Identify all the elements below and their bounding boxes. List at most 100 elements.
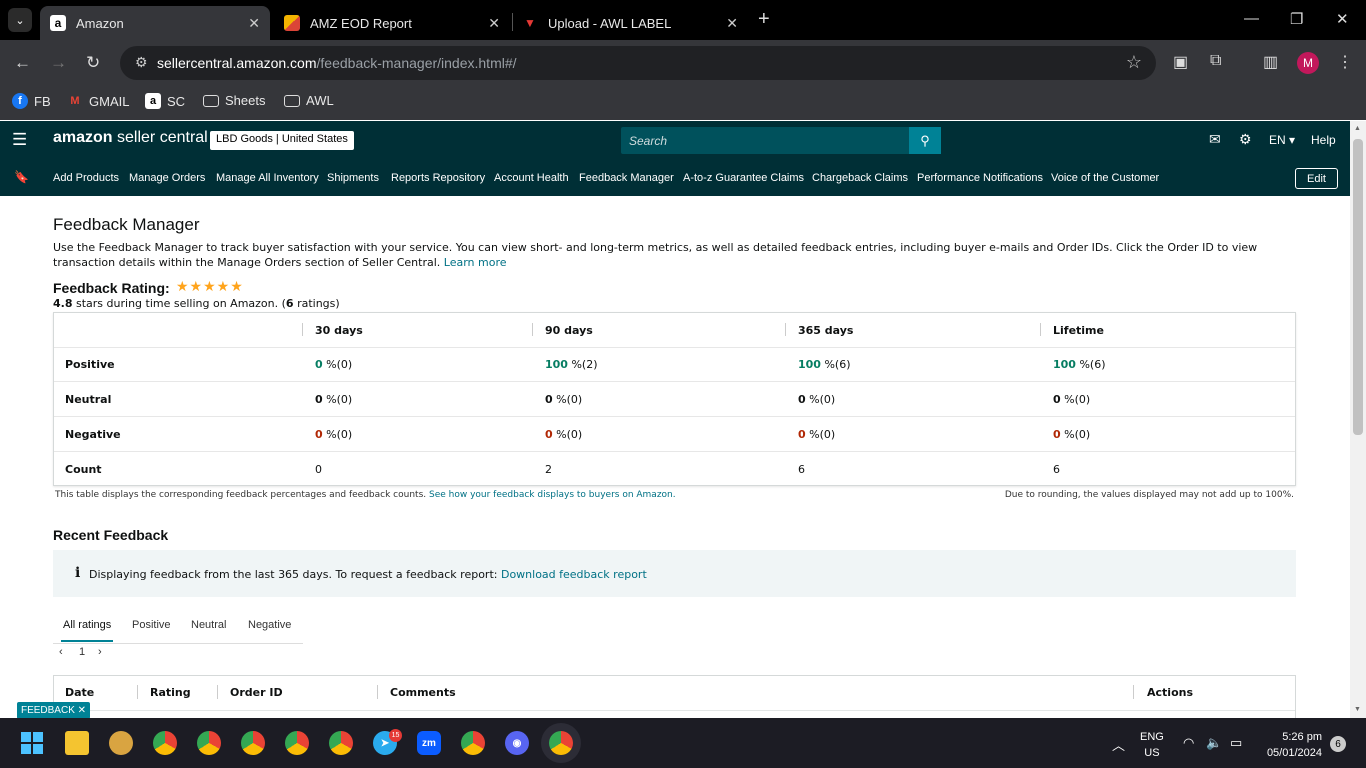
close-icon[interactable]: ✕ [726,15,738,32]
windows-start-icon[interactable] [20,731,44,755]
table-cell: 0 %(0) [1053,428,1091,441]
back-icon[interactable]: ← [14,53,31,73]
bookmark-sc[interactable]: a SC [145,93,185,109]
feedback-display-link[interactable]: See how your feedback displays to buyers… [429,490,676,500]
table-row-count: Count 0 2 6 6 [54,452,1295,487]
language-selector[interactable]: EN ▾ [1269,133,1295,147]
info-text: Displaying feedback from the last 365 da… [89,568,647,581]
address-bar[interactable]: ⚙ sellercentral.amazon.com/feedback-mana… [120,46,1156,80]
tab-positive[interactable]: Positive [132,619,171,631]
download-report-link[interactable]: Download feedback report [501,568,647,581]
search-input[interactable]: Search ⚲ [621,127,941,154]
page-scrollbar[interactable]: ▲ ▼ [1350,121,1366,718]
volume-icon[interactable]: 🔈 [1206,735,1222,751]
side-panel-icon[interactable]: ▥ [1263,52,1278,72]
restore-icon[interactable]: ❐ [1290,10,1303,28]
window-close-icon[interactable]: ✕ [1336,10,1349,28]
account-switcher[interactable]: LBD Goods | United States [210,131,354,150]
chrome-active-icon[interactable] [549,731,573,755]
table-cell: 100 %(6) [798,358,851,371]
tab-amazon[interactable]: a Amazon ✕ [40,6,270,40]
nav-manage-orders[interactable]: Manage Orders [129,172,205,184]
learn-more-link[interactable]: Learn more [444,256,507,269]
scrollbar-thumb[interactable] [1353,139,1363,435]
screenshot-icon[interactable]: ▣ [1173,52,1188,72]
new-tab-icon[interactable]: + [758,8,770,31]
browser-tab-strip: ⌄ a Amazon ✕ AMZ EOD Report ✕ ▼ Upload -… [0,0,1366,40]
browser-toolbar: ← → ↻ ⚙ sellercentral.amazon.com/feedbac… [0,40,1366,86]
table-cell: 0 [315,463,322,476]
system-clock[interactable]: 5:26 pm 05/01/2024 [1260,729,1322,761]
table-cell: 0 %(0) [315,428,353,441]
seller-central-logo[interactable]: amazon seller central [53,129,208,147]
nav-chargeback-claims[interactable]: Chargeback Claims [812,172,908,184]
nav-voice-of-customer[interactable]: Voice of the Customer [1051,172,1159,184]
table-cell: 0 %(0) [545,393,583,406]
tab-amz-eod-report[interactable]: AMZ EOD Report ✕ [274,6,510,40]
profile-avatar[interactable]: M [1297,52,1319,74]
nav-feedback-manager[interactable]: Feedback Manager [579,172,674,184]
file-explorer-icon[interactable] [65,731,89,755]
nav-shipments[interactable]: Shipments [327,172,379,184]
discord-icon[interactable]: ◉ [505,731,529,755]
table-cell: 0 %(0) [798,393,836,406]
chrome-icon[interactable] [329,731,353,755]
gear-icon[interactable]: ⚙ [1239,131,1252,148]
forward-icon[interactable]: → [50,53,67,73]
nav-reports-repository[interactable]: Reports Repository [391,172,485,184]
table-cell: 6 [1053,463,1060,476]
chrome-icon[interactable] [461,731,485,755]
rounding-note: Due to rounding, the values displayed ma… [1004,490,1294,500]
bookmark-star-icon[interactable]: ☆ [1126,52,1142,73]
chrome-icon[interactable] [285,731,309,755]
chrome-icon[interactable] [241,731,265,755]
seller-central-header: ☰ amazon seller central LBD Goods | Unit… [0,121,1350,160]
tab-upload-awl-label[interactable]: ▼ Upload - AWL LABEL ✕ [512,6,748,40]
tab-negative[interactable]: Negative [248,619,291,631]
bookmark-fb[interactable]: f FB [12,93,51,109]
close-icon[interactable]: ✕ [248,15,260,32]
nav-performance-notifications[interactable]: Performance Notifications [917,172,1043,184]
language-indicator[interactable]: ENG US [1140,729,1164,761]
edit-nav-button[interactable]: Edit [1295,168,1338,189]
bookmark-awl[interactable]: AWL [284,93,334,108]
extensions-icon[interactable]: ⧉ [1210,52,1221,70]
awl-favicon-icon: ▼ [524,16,536,30]
app-icon[interactable] [109,731,133,755]
site-info-icon[interactable]: ⚙ [135,54,148,71]
feedback-button[interactable]: FEEDBACK ✕ [17,702,90,719]
chrome-menu-icon[interactable]: ⋮ [1337,52,1353,72]
nav-manage-inventory[interactable]: Manage All Inventory [216,172,319,184]
search-icon[interactable]: ⚲ [909,127,941,154]
chevron-right-icon[interactable]: › [98,646,102,658]
bookmark-gmail[interactable]: M GMAIL [67,93,129,109]
zoom-icon[interactable]: zm [417,731,441,755]
battery-icon[interactable]: ▭ [1230,735,1242,751]
tab-all-ratings[interactable]: All ratings [63,619,111,631]
seller-central-nav: 🔖 Add Products Manage Orders Manage All … [0,160,1350,196]
close-icon[interactable]: ✕ [488,15,500,32]
bookmark-icon[interactable]: 🔖 [14,170,29,184]
bookmark-sheets[interactable]: Sheets [203,93,265,108]
nav-atoz-claims[interactable]: A-to-z Guarantee Claims [683,172,804,184]
nav-add-products[interactable]: Add Products [53,172,119,184]
help-link[interactable]: Help [1311,133,1336,147]
chrome-icon[interactable] [197,731,221,755]
chevron-left-icon[interactable]: ‹ [59,646,63,658]
rating-summary: 4.8 stars during time selling on Amazon.… [53,297,340,310]
page-number[interactable]: 1 [79,646,85,658]
scroll-up-icon[interactable]: ▲ [1354,125,1361,132]
hamburger-menu-icon[interactable]: ☰ [12,130,27,150]
chrome-icon[interactable] [153,731,177,755]
minimize-icon[interactable]: — [1244,10,1259,27]
chevron-up-icon[interactable]: ︿ [1112,735,1125,754]
tab-search-button[interactable]: ⌄ [8,8,32,32]
reload-icon[interactable]: ↻ [86,53,100,73]
scroll-down-icon[interactable]: ▼ [1354,706,1361,713]
wifi-icon[interactable]: ◠ [1183,735,1194,751]
windows-taskbar: ➤ 15 zm ◉ ︿ ENG US ◠ 🔈 ▭ 5:26 pm 05/01/202… [0,718,1366,768]
nav-account-health[interactable]: Account Health [494,172,569,184]
mail-icon[interactable]: ✉ [1209,131,1221,148]
notification-badge[interactable]: 6 [1330,736,1346,752]
tab-neutral[interactable]: Neutral [191,619,226,631]
